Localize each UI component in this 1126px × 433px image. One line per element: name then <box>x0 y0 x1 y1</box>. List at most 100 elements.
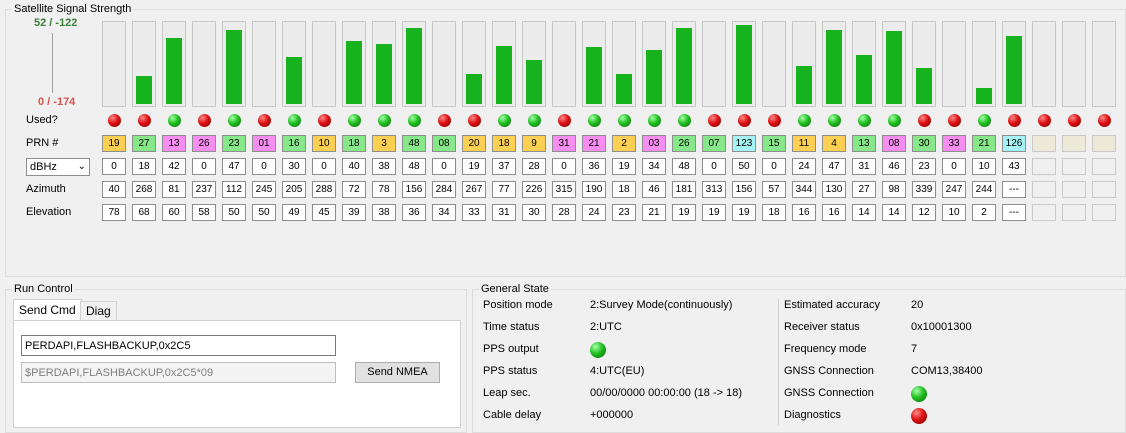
elevation-cell <box>1092 204 1116 221</box>
state-label: PPS output <box>483 343 539 355</box>
prn-cell: 07 <box>702 135 726 152</box>
elevation-cell: 21 <box>642 204 666 221</box>
state-label: PPS status <box>483 365 538 377</box>
prn-cell <box>1092 135 1116 152</box>
snr-cell <box>1032 158 1056 175</box>
elevation-cell <box>1032 204 1056 221</box>
azimuth-cell: 130 <box>822 181 846 198</box>
snr-cell <box>1062 158 1086 175</box>
signal-bar-slot <box>972 21 996 107</box>
signal-bar <box>586 47 602 104</box>
snr-cell: 47 <box>222 158 246 175</box>
used-led-red-icon <box>918 114 931 127</box>
azimuth-cell: 18 <box>612 181 636 198</box>
tab-send-cmd[interactable]: Send Cmd <box>13 299 82 320</box>
prn-cell: 2 <box>612 135 636 152</box>
elevation-cell: 24 <box>582 204 606 221</box>
elevation-cell: 14 <box>882 204 906 221</box>
signal-scale-min: 0 / -174 <box>38 96 76 108</box>
prn-cell: 13 <box>852 135 876 152</box>
signal-bar-slot <box>462 21 486 107</box>
snr-cell: 0 <box>252 158 276 175</box>
azimuth-cell: 27 <box>852 181 876 198</box>
prn-cell: 08 <box>432 135 456 152</box>
prn-cell: 33 <box>942 135 966 152</box>
state-label: Receiver status <box>784 321 860 333</box>
snr-cell: 28 <box>522 158 546 175</box>
prn-row-label: PRN # <box>26 137 59 149</box>
prn-cell: 126 <box>1002 135 1026 152</box>
snr-cell: 19 <box>462 158 486 175</box>
signal-bar-slot <box>612 21 636 107</box>
signal-bar-slot <box>132 21 156 107</box>
azimuth-cell: 268 <box>132 181 156 198</box>
elevation-cell: 50 <box>222 204 246 221</box>
azimuth-cell: 247 <box>942 181 966 198</box>
prn-cell: 3 <box>372 135 396 152</box>
used-led-green-icon <box>828 114 841 127</box>
tab-diag[interactable]: Diag <box>80 301 117 320</box>
prn-cell: 01 <box>252 135 276 152</box>
signal-bar-slot <box>492 21 516 107</box>
prn-cell: 48 <box>402 135 426 152</box>
prn-cell: 4 <box>822 135 846 152</box>
signal-bar <box>226 30 242 104</box>
used-led-red-icon <box>1038 114 1051 127</box>
signal-bar-slot <box>552 21 576 107</box>
elevation-cell: --- <box>1002 204 1026 221</box>
send-nmea-button[interactable]: Send NMEA <box>355 362 440 383</box>
prn-cell: 11 <box>792 135 816 152</box>
signal-bar <box>166 38 182 104</box>
signal-bar-slot <box>402 21 426 107</box>
snr-cell: 37 <box>492 158 516 175</box>
used-led-red-icon <box>1098 114 1111 127</box>
elevation-cell: 19 <box>732 204 756 221</box>
signal-bar <box>136 76 152 104</box>
azimuth-cell: 112 <box>222 181 246 198</box>
azimuth-cell <box>1092 181 1116 198</box>
used-led-green-icon <box>348 114 361 127</box>
snr-cell: 10 <box>972 158 996 175</box>
signal-scale-max: 52 / -122 <box>34 17 78 29</box>
signal-bar-slot <box>432 21 456 107</box>
signal-bar <box>616 74 632 104</box>
command-input[interactable] <box>21 335 336 356</box>
snr-cell: 19 <box>612 158 636 175</box>
azimuth-row-label: Azimuth <box>26 183 66 195</box>
azimuth-cell: 40 <box>102 181 126 198</box>
prn-cell: 03 <box>642 135 666 152</box>
snr-cell: 0 <box>702 158 726 175</box>
used-led-green-icon <box>228 114 241 127</box>
snr-cell: 46 <box>882 158 906 175</box>
prn-cell: 18 <box>342 135 366 152</box>
azimuth-cell: 226 <box>522 181 546 198</box>
signal-bar-slot <box>582 21 606 107</box>
snr-cell: 48 <box>402 158 426 175</box>
status-led-red-icon <box>911 408 927 424</box>
elevation-cell: 10 <box>942 204 966 221</box>
used-led-red-icon <box>438 114 451 127</box>
prn-cell: 13 <box>162 135 186 152</box>
used-led-red-icon <box>258 114 271 127</box>
state-label: Leap sec. <box>483 387 531 399</box>
signal-bar-slot <box>672 21 696 107</box>
prn-cell: 18 <box>492 135 516 152</box>
signal-bar <box>406 28 422 104</box>
signal-bar-slot <box>162 21 186 107</box>
used-led-red-icon <box>468 114 481 127</box>
elevation-cell: 23 <box>612 204 636 221</box>
snr-cell: 0 <box>192 158 216 175</box>
azimuth-cell: 190 <box>582 181 606 198</box>
azimuth-cell: 205 <box>282 181 306 198</box>
prn-cell: 21 <box>582 135 606 152</box>
elevation-cell: 19 <box>672 204 696 221</box>
elevation-row-label: Elevation <box>26 206 72 218</box>
unit-select[interactable]: dBHz ⌄ <box>26 158 90 176</box>
signal-bar-slot <box>912 21 936 107</box>
state-value: COM13,38400 <box>911 365 983 377</box>
prn-cell: 19 <box>102 135 126 152</box>
signal-bar <box>526 60 542 104</box>
snr-cell: 0 <box>312 158 336 175</box>
azimuth-cell: 98 <box>882 181 906 198</box>
used-led-green-icon <box>498 114 511 127</box>
